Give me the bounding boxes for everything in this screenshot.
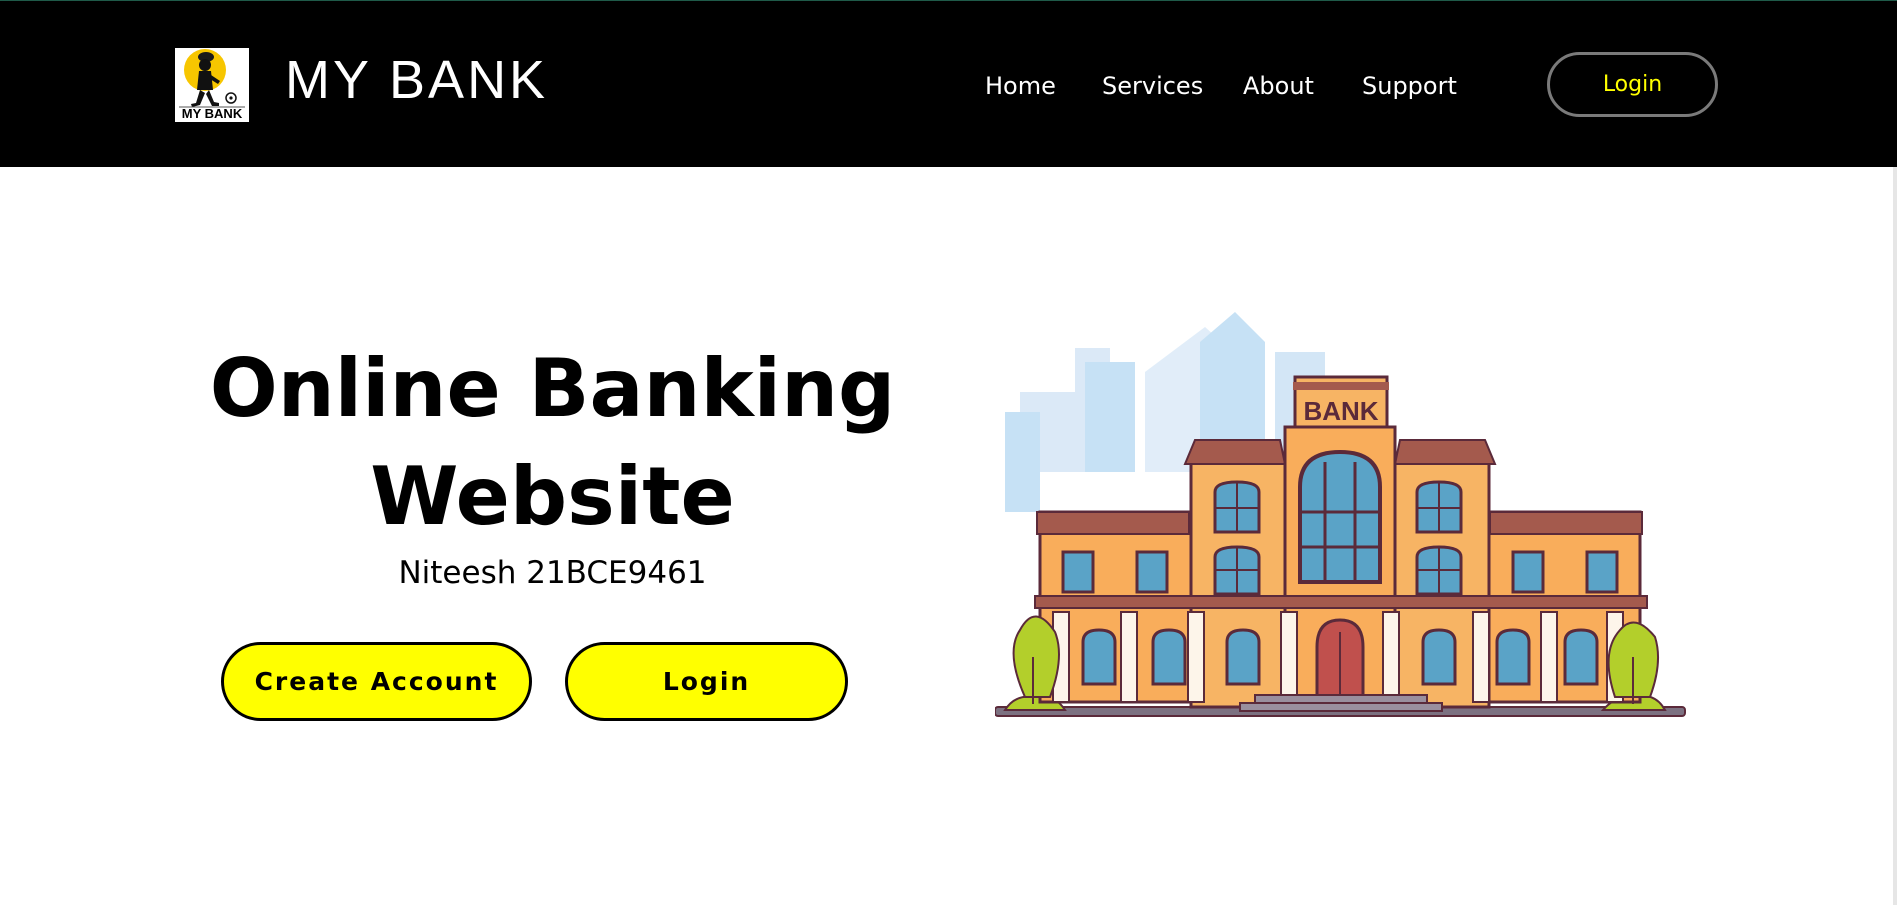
nav-login-button[interactable]: Login (1547, 52, 1718, 117)
create-account-button[interactable]: Create Account (221, 642, 532, 721)
hero-login-button[interactable]: Login (565, 642, 848, 721)
hero-title: Online Banking Website (190, 335, 915, 551)
nav-home[interactable]: Home (985, 69, 1056, 103)
hero-title-line-2: Website (370, 450, 735, 543)
hero-title-line-1: Online Banking (209, 342, 896, 435)
nav-services[interactable]: Services (1102, 69, 1203, 103)
logo-caption: MY BANK (181, 106, 243, 121)
hero-subtitle: Niteesh 21BCE9461 (398, 555, 707, 591)
scrollbar[interactable] (1893, 167, 1897, 905)
brand-name[interactable]: MY BANK (285, 49, 548, 111)
navbar: MY BANK MY BANK Home Services About Supp… (0, 0, 1897, 167)
bank-logo[interactable]: MY BANK (175, 48, 249, 122)
nav-support[interactable]: Support (1362, 69, 1457, 103)
nav-about[interactable]: About (1243, 69, 1314, 103)
bank-sign-text: BANK (1303, 396, 1378, 426)
bank-building-illustration: BANK (995, 312, 1686, 717)
